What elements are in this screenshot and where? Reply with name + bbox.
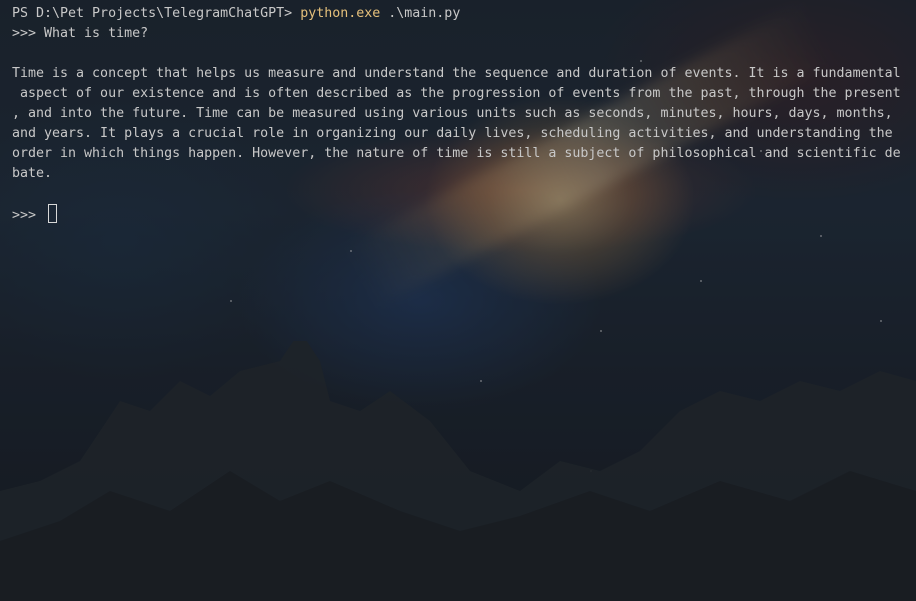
answer-line: bate. [12, 166, 53, 181]
ps-prompt: PS D:\Pet Projects\TelegramChatGPT> [12, 6, 301, 21]
answer-line: aspect of our existence and is often des… [12, 86, 901, 101]
powershell-prompt-line: PS D:\Pet Projects\TelegramChatGPT> pyth… [12, 4, 904, 24]
text-cursor[interactable] [48, 204, 58, 223]
command-argument: .\main.py [380, 6, 461, 21]
answer-line: order in which things happen. However, t… [12, 146, 901, 161]
answer-line: , and into the future. Time can be measu… [12, 106, 893, 121]
input-line[interactable]: >>> [12, 204, 904, 224]
terminal-output: PS D:\Pet Projects\TelegramChatGPT> pyth… [12, 4, 904, 224]
answer-line: Time is a concept that helps us measure … [12, 66, 901, 81]
terminal-window[interactable]: PS D:\Pet Projects\TelegramChatGPT> pyth… [0, 0, 916, 601]
question-line: >>> What is time? [12, 26, 149, 41]
answer-block: Time is a concept that helps us measure … [12, 64, 904, 184]
answer-line: and years. It plays a crucial role in or… [12, 126, 893, 141]
input-prompt: >>> [12, 208, 45, 223]
command-executable: python.exe [300, 6, 381, 21]
